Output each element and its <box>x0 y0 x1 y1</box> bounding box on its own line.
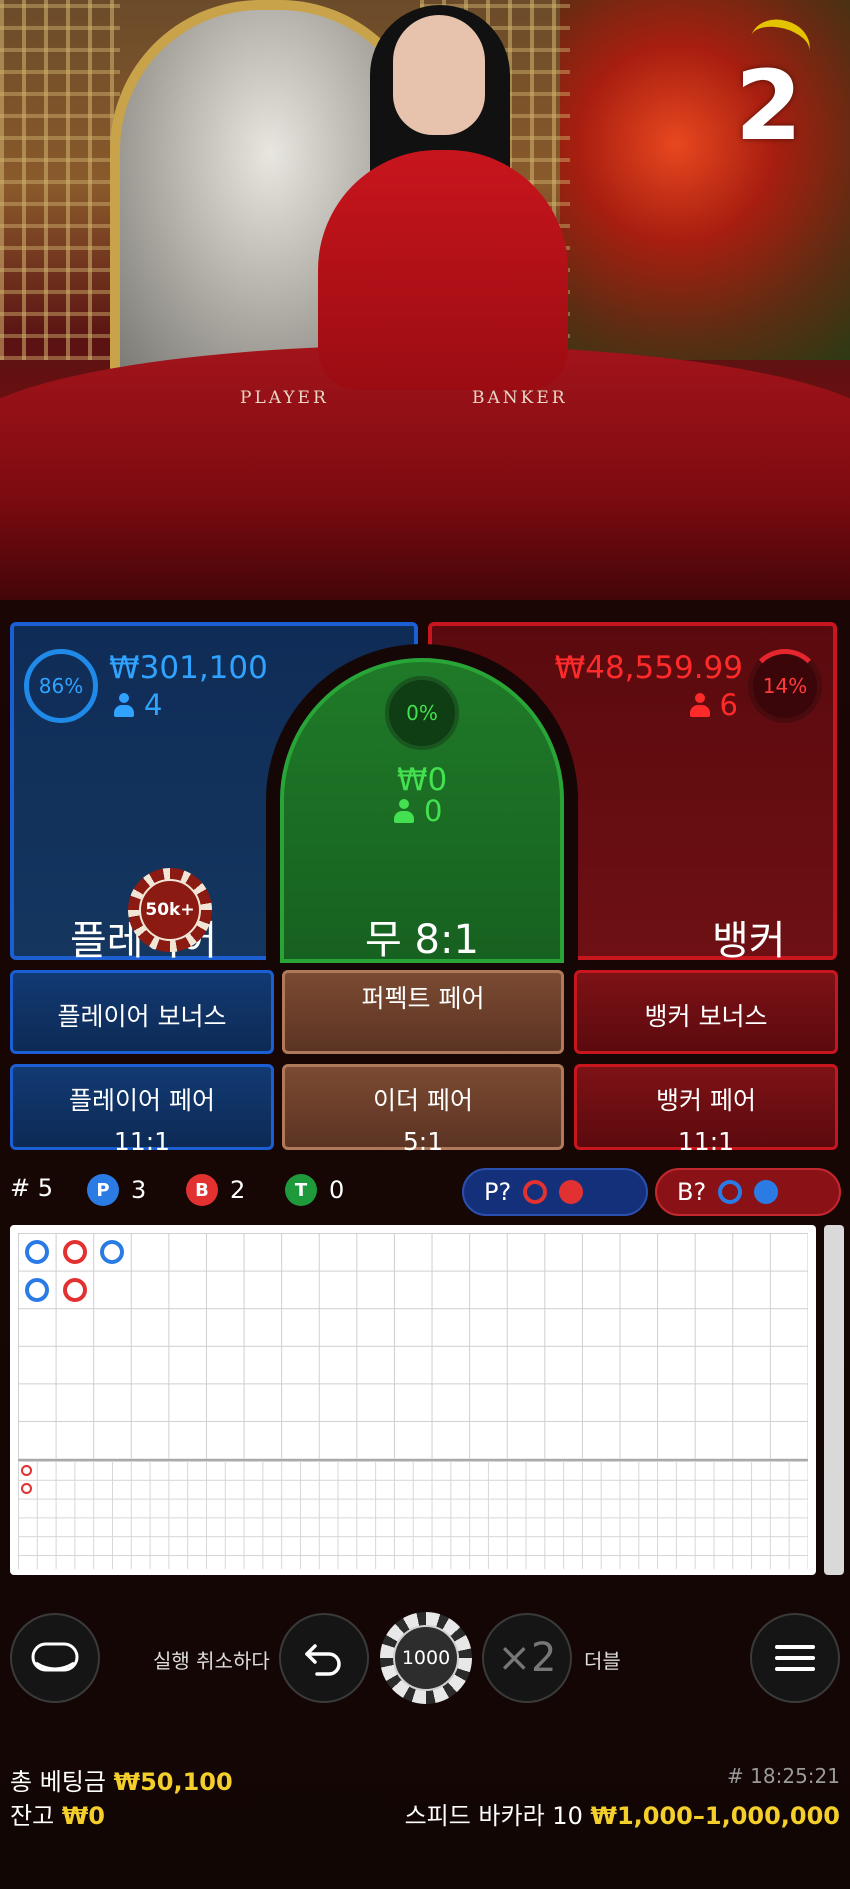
road-mark-player <box>25 1278 49 1302</box>
double-label: 더블 <box>584 1649 621 1673</box>
dealer-face <box>393 15 485 135</box>
road-mark-banker <box>63 1278 87 1302</box>
total-bet: 총 베팅금 ₩50,100 <box>10 1762 233 1797</box>
banker-badge: B <box>186 1174 218 1206</box>
banker-label: 뱅커 <box>712 918 786 964</box>
either-pair-odds: 5:1 <box>402 1127 444 1156</box>
tie-bet-spot[interactable]: 0% ₩0 0 무 8:1 <box>280 658 564 963</box>
player-predict-button[interactable]: P? <box>462 1168 648 1216</box>
round-count: # 5 <box>10 1174 53 1202</box>
tie-percent: 0% <box>406 701 438 725</box>
player-count-row: 4 <box>114 688 162 722</box>
chip-selector[interactable]: 1000 <box>380 1612 472 1704</box>
tie-amount: ₩0 <box>396 762 448 798</box>
stats-row: # 5 P 3 B 2 T 0 P? B? <box>10 1168 841 1216</box>
derived-roads <box>18 1461 808 1569</box>
player-pair-odds: 11:1 <box>113 1127 171 1156</box>
roadmap-scroll-panel[interactable] <box>824 1225 844 1575</box>
tie-wins: T 0 <box>285 1174 344 1206</box>
balance-label: 잔고 <box>10 1802 55 1830</box>
player-percent-ring: 86% <box>24 649 98 723</box>
player-bonus-label: 플레이어 보너스 <box>57 1002 227 1031</box>
banker-pair-label: 뱅커 페어 <box>656 1086 756 1115</box>
placed-chip-value: 50k+ <box>139 879 201 941</box>
undo-button[interactable] <box>279 1613 369 1703</box>
person-icon <box>394 799 414 823</box>
predict-small-icon <box>754 1180 779 1204</box>
predict-big-road-icon <box>718 1180 743 1204</box>
banker-amount: ₩48,559.99 <box>554 650 743 686</box>
predict-small-icon <box>559 1180 584 1204</box>
round-count-text: # 5 <box>10 1174 54 1202</box>
person-icon <box>689 693 710 717</box>
road-mark-banker <box>63 1240 87 1264</box>
tie-badge: T <box>285 1174 317 1206</box>
road-mark-player <box>100 1240 124 1264</box>
perfect-pair-label: 퍼펙트 페어 <box>361 984 485 1013</box>
undo-icon <box>305 1644 341 1676</box>
player-amount: ₩301,100 <box>109 650 268 686</box>
banker-bonus-label: 뱅커 보너스 <box>644 1002 768 1031</box>
lattice-screen-left <box>0 0 120 360</box>
banker-percent: 14% <box>762 674 808 698</box>
tie-count-row: 0 <box>394 794 442 828</box>
derived-mark <box>21 1465 32 1476</box>
player-pair-button[interactable]: 플레이어 페어 11:1 <box>10 1064 274 1156</box>
tie-percent-ring: 0% <box>385 676 459 750</box>
perfect-pair-button[interactable]: 퍼펙트 페어 <box>282 970 564 1054</box>
either-pair-label: 이더 페어 <box>373 1086 473 1115</box>
table-icon <box>31 1642 79 1672</box>
felt-banker-text: BANKER <box>472 388 568 408</box>
banker-count-row: 6 <box>689 688 738 722</box>
banker-predict-label: B? <box>677 1178 707 1206</box>
tie-wins-count: 0 <box>329 1176 345 1204</box>
player-wins: P 3 <box>87 1174 146 1206</box>
banker-wins: B 2 <box>186 1174 245 1206</box>
double-button[interactable]: ×2 <box>482 1613 572 1703</box>
live-video: PLAYER BANKER 2 <box>0 0 850 620</box>
table-info: 스피드 바카라 10 ₩1,000–1,000,000 <box>405 1796 840 1831</box>
total-bet-label: 총 베팅금 <box>10 1768 106 1796</box>
balance: 잔고 ₩0 <box>10 1796 105 1831</box>
banker-predict-button[interactable]: B? <box>655 1168 841 1216</box>
banker-pair-button[interactable]: 뱅커 페어 11:1 <box>574 1064 838 1156</box>
banker-pair-odds: 11:1 <box>677 1127 735 1156</box>
road-mark-player <box>25 1240 49 1264</box>
banker-count: 6 <box>719 688 738 722</box>
balance-value: ₩0 <box>61 1802 105 1830</box>
undo-label: 실행 취소하다 <box>153 1649 270 1673</box>
player-badge: P <box>87 1174 119 1206</box>
scoreboard-roadmap[interactable] <box>10 1225 816 1575</box>
banker-bonus-button[interactable]: 뱅커 보너스 <box>574 970 838 1054</box>
player-predict-label: P? <box>484 1178 512 1206</box>
player-bonus-button[interactable]: 플레이어 보너스 <box>10 970 274 1054</box>
table-limits: ₩1,000–1,000,000 <box>590 1802 840 1830</box>
table-name: 스피드 바카라 10 <box>404 1802 583 1830</box>
big-road <box>18 1233 808 1461</box>
chip-value: 1000 <box>393 1625 459 1691</box>
person-icon <box>114 693 134 717</box>
countdown-timer: 2 <box>735 50 802 162</box>
either-pair-button[interactable]: 이더 페어 5:1 <box>282 1064 564 1156</box>
tie-label: 무 8:1 <box>365 917 479 963</box>
round-id: # 18:25:21 <box>727 1764 840 1788</box>
menu-button[interactable] <box>750 1613 840 1703</box>
felt-player-text: PLAYER <box>240 388 329 408</box>
player-pair-label: 플레이어 페어 <box>69 1086 215 1115</box>
dealer <box>318 150 568 390</box>
lobby-button[interactable] <box>10 1613 100 1703</box>
placed-chip[interactable]: 50k+ <box>128 868 212 952</box>
player-percent: 86% <box>38 674 84 698</box>
derived-mark <box>21 1483 32 1494</box>
player-wins-count: 3 <box>131 1176 147 1204</box>
banker-percent-ring: 14% <box>748 649 822 723</box>
predict-big-road-icon <box>523 1180 548 1204</box>
total-bet-value: ₩50,100 <box>113 1768 233 1796</box>
hamburger-icon <box>775 1645 815 1671</box>
player-count: 4 <box>144 688 163 722</box>
double-symbol: ×2 <box>497 1635 557 1681</box>
tie-count: 0 <box>424 794 443 828</box>
banker-wins-count: 2 <box>230 1176 246 1204</box>
